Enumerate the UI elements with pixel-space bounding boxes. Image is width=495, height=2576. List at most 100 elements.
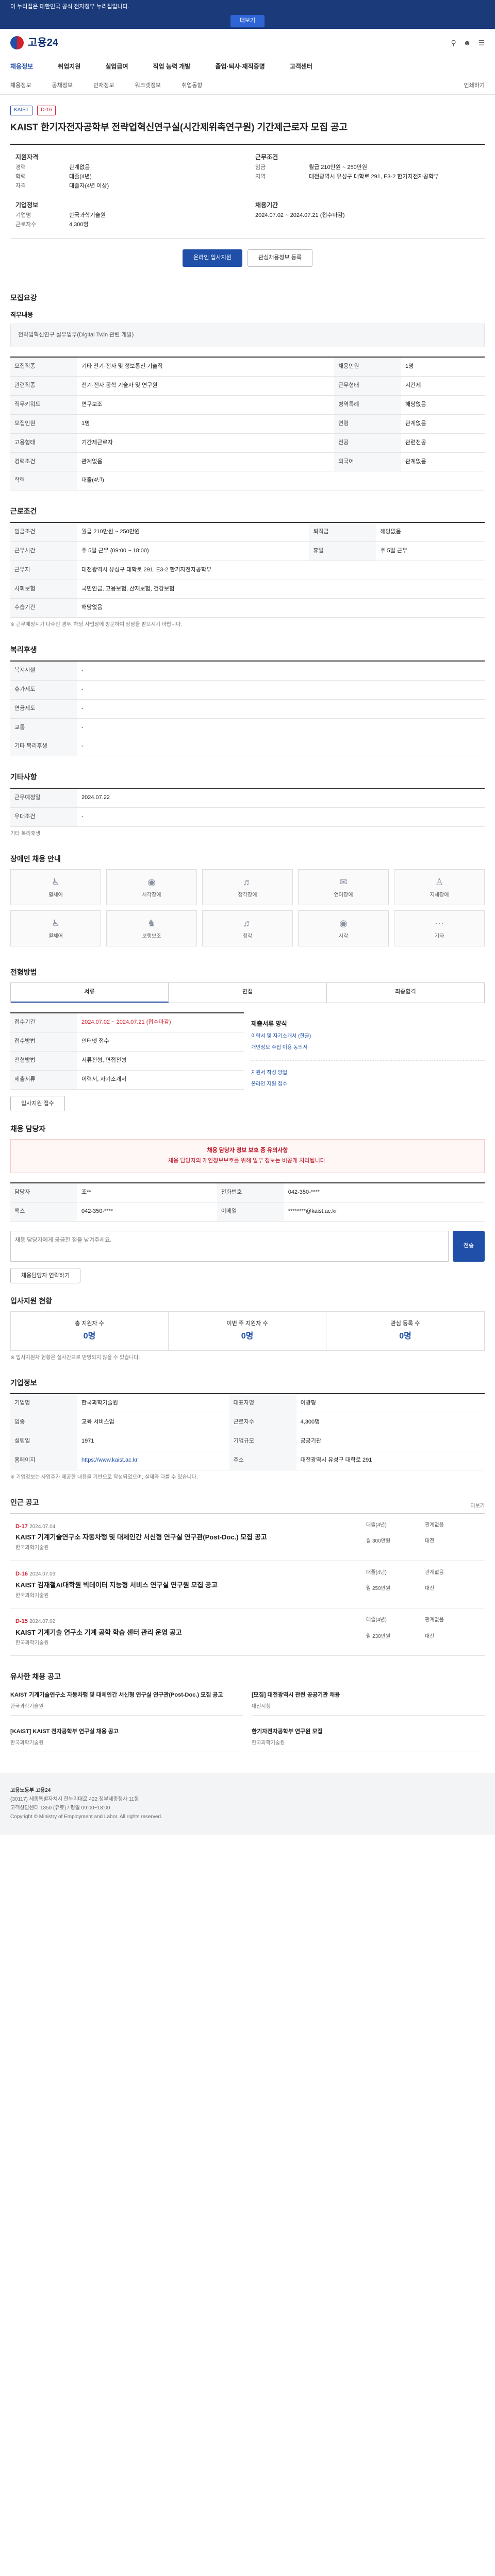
nav-item-service[interactable]: 고객센터 — [290, 62, 312, 71]
list-item[interactable]: D-15 2024.07.02 KAIST 기계기술 연구소 기계 공학 학습 … — [10, 1608, 485, 1656]
gov-notice-button[interactable]: 더보기 — [230, 15, 265, 27]
nav-item-unemployment[interactable]: 실업급여 — [105, 62, 128, 71]
save-button[interactable]: 관심채용정보 등록 — [247, 249, 312, 267]
contact-section: 채용 담당자 채용 담당자 정보 보호 중 유의사항 채용 담당자의 개인정보보… — [0, 1113, 495, 1285]
summary-head: 채용기간 — [255, 201, 278, 209]
footer-tel: 고객상담센터 1350 (유료) / 평일 09:00~18:00 — [10, 1805, 110, 1811]
print-button[interactable]: 인쇄하기 — [464, 82, 485, 90]
benefits-table: 복지시설 - 휴가제도 - 연금제도 - 교통 - 기타 복리후생 - — [10, 660, 485, 757]
recruit-table: 모집직종 기타 전기·전자 및 정보통신 기술직 채용인원 1명 관련직종 전기·전자 … — [10, 356, 485, 491]
subnav-item[interactable]: 공채정보 — [52, 82, 72, 90]
related-list: D-17 2024.07.04 KAIST 기계기술연구소 자동차행 및 대체인… — [10, 1513, 485, 1656]
form-link[interactable]: 개인정보 수집 이용 동의서 — [251, 1044, 485, 1052]
section-title: 기업정보 — [10, 1379, 37, 1387]
more-icon: ⋯ — [435, 918, 444, 928]
section-title: 장애인 채용 안내 — [10, 854, 61, 863]
menu-icon[interactable]: ☰ — [478, 38, 485, 48]
footer-org: 고용노동부 고용24 — [10, 1787, 51, 1793]
eye-icon: ◉ — [147, 876, 156, 887]
disability-section: 장애인 채용 안내 ♿ 휠체어 ◉ 시각장애 ♬ 청각장애 ✉ 언어장애 ♙ 지체장애 ♿… — [0, 843, 495, 957]
stat-item: 이번 주 지원자 수 0명 — [169, 1312, 326, 1351]
header-icons: ⚲ ☻ ☰ — [451, 38, 485, 48]
stat-item: 총 지원자 수 0명 — [11, 1312, 169, 1351]
etc-section: 기타사항 근무예정일 2024.07.22 우대조건 - 기타 복리후생 — [0, 761, 495, 843]
accessibility-card: ♙ 지체장애 — [394, 869, 485, 905]
job-header: KAIST D-16 KAIST 한기자전자공학부 전략업혁신연구실(시간제위촉… — [0, 95, 495, 282]
jobdesc-box: 전략업혁신연구 실무업무(Digital Twin 관련 개발) — [10, 323, 485, 347]
list-item[interactable]: 한기자전자공학부 연구원 모집 한국과학기술원 — [252, 1724, 485, 1752]
company-badge: KAIST — [10, 106, 32, 115]
recruit-section: 모집요강 직무내용 전략업혁신연구 실무업무(Digital Twin 관련 개… — [0, 282, 495, 496]
subnav-item[interactable]: 채용정보 — [10, 82, 31, 90]
contact-button[interactable]: 채용담당자 연락하기 — [10, 1267, 81, 1283]
job-summary: 지원자격 경력 관계없음 학력 대졸(4년) 자격 대졸자(4년 이상) 기업정보 기… — [10, 143, 485, 240]
summary-head: 근무조건 — [255, 153, 278, 161]
list-item[interactable]: [KAIST] KAIST 전자공학부 연구실 채용 공고 한국과학기술원 — [10, 1724, 243, 1752]
nav-item-support[interactable]: 취업지원 — [58, 62, 80, 71]
subnav-item[interactable]: 워크넷정보 — [135, 82, 161, 90]
warning-text: 채용 담당자의 개인정보보호를 위해 일부 정보는 비공개 처리됩니다. — [168, 1158, 327, 1164]
section-title: 기타사항 — [10, 773, 37, 782]
gov-notice-text: 이 누리집은 대한민국 공식 전자정부 누리집입니다. — [10, 4, 129, 10]
contact-form: 전송 — [10, 1230, 485, 1262]
guide-link[interactable]: 온라인 지원 접수 — [251, 1080, 485, 1089]
inquiry-note: ※ 입사지원자 현황은 실시간으로 반영되지 않을 수 있습니다. — [10, 1355, 140, 1361]
similar-list: KAIST 기계기술연구소 자동차행 및 대체인간 서신형 연구실 연구관(Po… — [10, 1687, 485, 1752]
section-title: 채용 담당자 — [10, 1124, 46, 1133]
tab-final[interactable]: 최종합격 — [327, 983, 484, 1003]
contact-message-input[interactable] — [10, 1230, 449, 1262]
list-item[interactable]: D-17 2024.07.04 KAIST 기계기술연구소 자동차행 및 대체인… — [10, 1514, 485, 1561]
nav-item-training[interactable]: 직업 능력 개발 — [153, 62, 191, 71]
subnav-item[interactable]: 인재정보 — [93, 82, 114, 90]
list-item[interactable]: KAIST 기계기술연구소 자동차행 및 대체인간 서신형 연구실 연구관(Po… — [10, 1687, 243, 1716]
related-more-link[interactable]: 더보기 — [470, 1502, 485, 1511]
nav-item-jobs[interactable]: 채용정보 — [10, 62, 33, 71]
user-icon[interactable]: ☻ — [464, 38, 471, 48]
process-section: 전형방법 서류 면접 최종합격 접수기간 2024.07.02 ~ 2024.07… — [0, 957, 495, 1113]
guide-link[interactable]: 지원서 작성 방법 — [251, 1069, 485, 1077]
list-item[interactable]: D-16 2024.07.03 KAIST 김재철AI대학원 빅데이터 지능형 … — [10, 1561, 485, 1609]
section-title: 유사한 채용 공고 — [10, 1672, 61, 1681]
process-table: 접수기간 2024.07.02 ~ 2024.07.21 (접수마감) 접수방법 인… — [10, 1012, 244, 1090]
section-title: 인근 공고 — [10, 1498, 39, 1507]
eye-icon: ◉ — [339, 918, 348, 928]
summary-head: 지원자격 — [15, 153, 39, 161]
accessibility-card: ♿ 휠체어 — [10, 869, 101, 905]
accessibility-card: ⋯ 기타 — [394, 910, 485, 946]
contact-fax: 042-350-**** — [77, 1202, 217, 1222]
subnav-item[interactable]: 취업동향 — [182, 82, 202, 90]
speech-icon: ✉ — [339, 876, 348, 887]
job-title: KAIST 한기자전자공학부 전략업혁신연구실(시간제위촉연구원) 기간제근로자… — [10, 122, 348, 132]
warning-title: 채용 담당자 정보 보호 중 유의사항 — [207, 1147, 288, 1154]
section-title: 전형방법 — [10, 968, 37, 976]
accessibility-card: ◉ 시각장애 — [106, 869, 197, 905]
process-detail: 접수기간 2024.07.02 ~ 2024.07.21 (접수마감) 접수방법 인… — [10, 1012, 485, 1111]
process-apply-button[interactable]: 입사지원 접수 — [10, 1095, 65, 1111]
tab-interview[interactable]: 면접 — [169, 983, 327, 1003]
gov-notice-sub: 더보기 — [0, 13, 495, 29]
accessibility-card: ♬ 청각 — [202, 910, 293, 946]
list-item[interactable]: [모집] 대전광역시 관련 공공기관 채용 대전시청 — [252, 1687, 485, 1716]
apply-button[interactable]: 온라인 입사지원 — [183, 249, 242, 267]
form-link[interactable]: 이력서 및 자기소개서 (한글) — [251, 1032, 485, 1041]
search-icon[interactable]: ⚲ — [451, 38, 456, 48]
contact-email: ********@kaist.ac.kr — [284, 1202, 485, 1222]
related-section: 인근 공고 더보기 D-17 2024.07.04 KAIST 기계기술연구소 … — [0, 1487, 495, 1661]
benefits-section: 복리후생 복지시설 - 휴가제도 - 연금제도 - 교통 - 기타 복리후생 - — [0, 634, 495, 761]
gov-notice-bar: 이 누리집은 대한민국 공식 전자정부 누리집입니다. — [0, 0, 495, 13]
site-logo[interactable]: 고용24 — [10, 36, 58, 50]
company-section: 기업정보 기업명 한국과학기술원 대표자명 이광형 업종 교육 서비스업 근로자수 4,30… — [0, 1367, 495, 1487]
tab-document[interactable]: 서류 — [11, 983, 169, 1003]
accessibility-card: ♞ 보행보조 — [106, 910, 197, 946]
accessibility-icon-row-2: ♿ 휠체어 ♞ 보행보조 ♬ 청각 ◉ 시각 ⋯ 기타 — [10, 910, 485, 946]
send-button[interactable]: 전송 — [452, 1230, 485, 1262]
summary-head: 기업정보 — [15, 201, 39, 209]
similar-section: 유사한 채용 공고 KAIST 기계기술연구소 자동차행 및 대체인간 서신형 … — [0, 1661, 495, 1757]
inquiry-section: 입사지원 현황 총 지원자 수 0명 이번 주 지원자 수 0명 관심 등록 수 0명… — [0, 1285, 495, 1367]
etc-link[interactable]: 기타 복리후생 — [10, 830, 485, 838]
sub-nav: 채용정보 공채정보 인재정보 워크넷정보 취업동향 인쇄하기 — [0, 77, 495, 95]
conditions-table: 임금조건 월급 210만원 ~ 250만원 퇴직금 해당없음 근무시간 주 5일 근무 … — [10, 521, 485, 618]
contact-table: 담당자 조** 전화번호 042-350-**** 팩스 042-350-**** 이메일… — [10, 1182, 485, 1222]
nav-item-certificate[interactable]: 졸업·퇴사·재직증명 — [215, 62, 265, 71]
company-homepage-link[interactable]: https://www.kaist.ac.kr — [77, 1451, 229, 1471]
